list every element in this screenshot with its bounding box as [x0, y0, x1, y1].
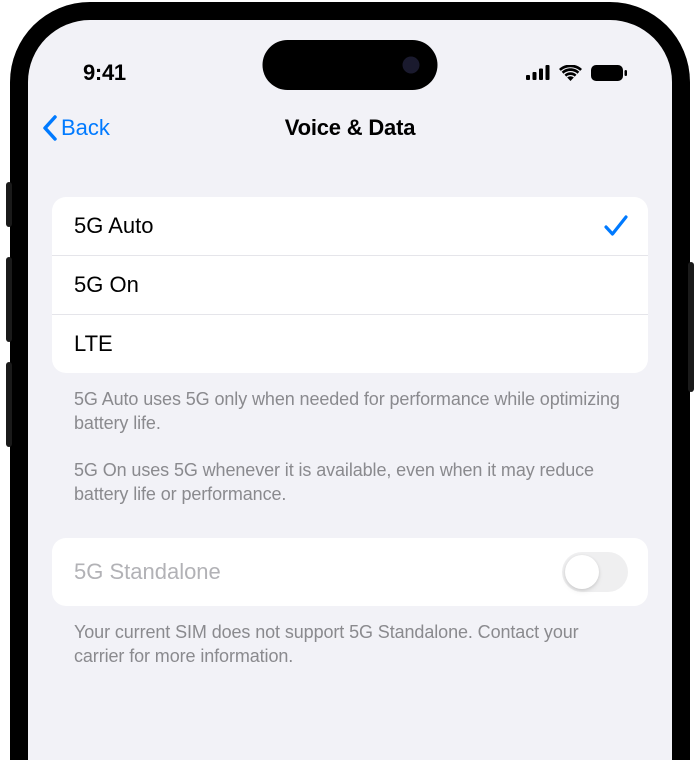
option-group: 5G Auto 5G On LTE: [52, 197, 648, 373]
screen: 9:41: [28, 20, 672, 760]
cellular-icon: [526, 65, 550, 80]
option-lte[interactable]: LTE: [52, 315, 648, 373]
phone-side-button: [6, 257, 12, 342]
dynamic-island: [263, 40, 438, 90]
phone-frame: 9:41: [10, 2, 690, 760]
toggle-group: 5G Standalone: [52, 538, 648, 606]
toggle-5g-standalone[interactable]: 5G Standalone: [52, 538, 648, 606]
battery-icon: [591, 65, 627, 81]
page-title: Voice & Data: [285, 115, 415, 141]
toggle-knob: [565, 555, 599, 589]
option-label: 5G On: [74, 272, 139, 298]
back-label: Back: [61, 115, 110, 141]
toggle-label: 5G Standalone: [74, 559, 221, 585]
description-5g-standalone: Your current SIM does not support 5G Sta…: [52, 606, 648, 669]
description-5g-on: 5G On uses 5G whenever it is available, …: [52, 436, 648, 507]
wifi-icon: [559, 65, 582, 81]
option-label: 5G Auto: [74, 213, 154, 239]
option-5g-auto[interactable]: 5G Auto: [52, 197, 648, 256]
phone-side-button: [688, 262, 694, 392]
status-icons: [526, 65, 627, 81]
phone-side-button: [6, 182, 12, 227]
phone-side-button: [6, 362, 12, 447]
checkmark-icon: [604, 215, 628, 237]
toggle-switch[interactable]: [562, 552, 628, 592]
option-label: LTE: [74, 331, 113, 357]
option-5g-on[interactable]: 5G On: [52, 256, 648, 315]
back-button[interactable]: Back: [42, 115, 110, 141]
chevron-left-icon: [42, 115, 58, 141]
content: 5G Auto 5G On LTE 5G Auto uses 5G only w…: [28, 155, 672, 669]
nav-bar: Back Voice & Data: [28, 100, 672, 155]
description-5g-auto: 5G Auto uses 5G only when needed for per…: [52, 373, 648, 436]
status-time: 9:41: [83, 60, 126, 86]
